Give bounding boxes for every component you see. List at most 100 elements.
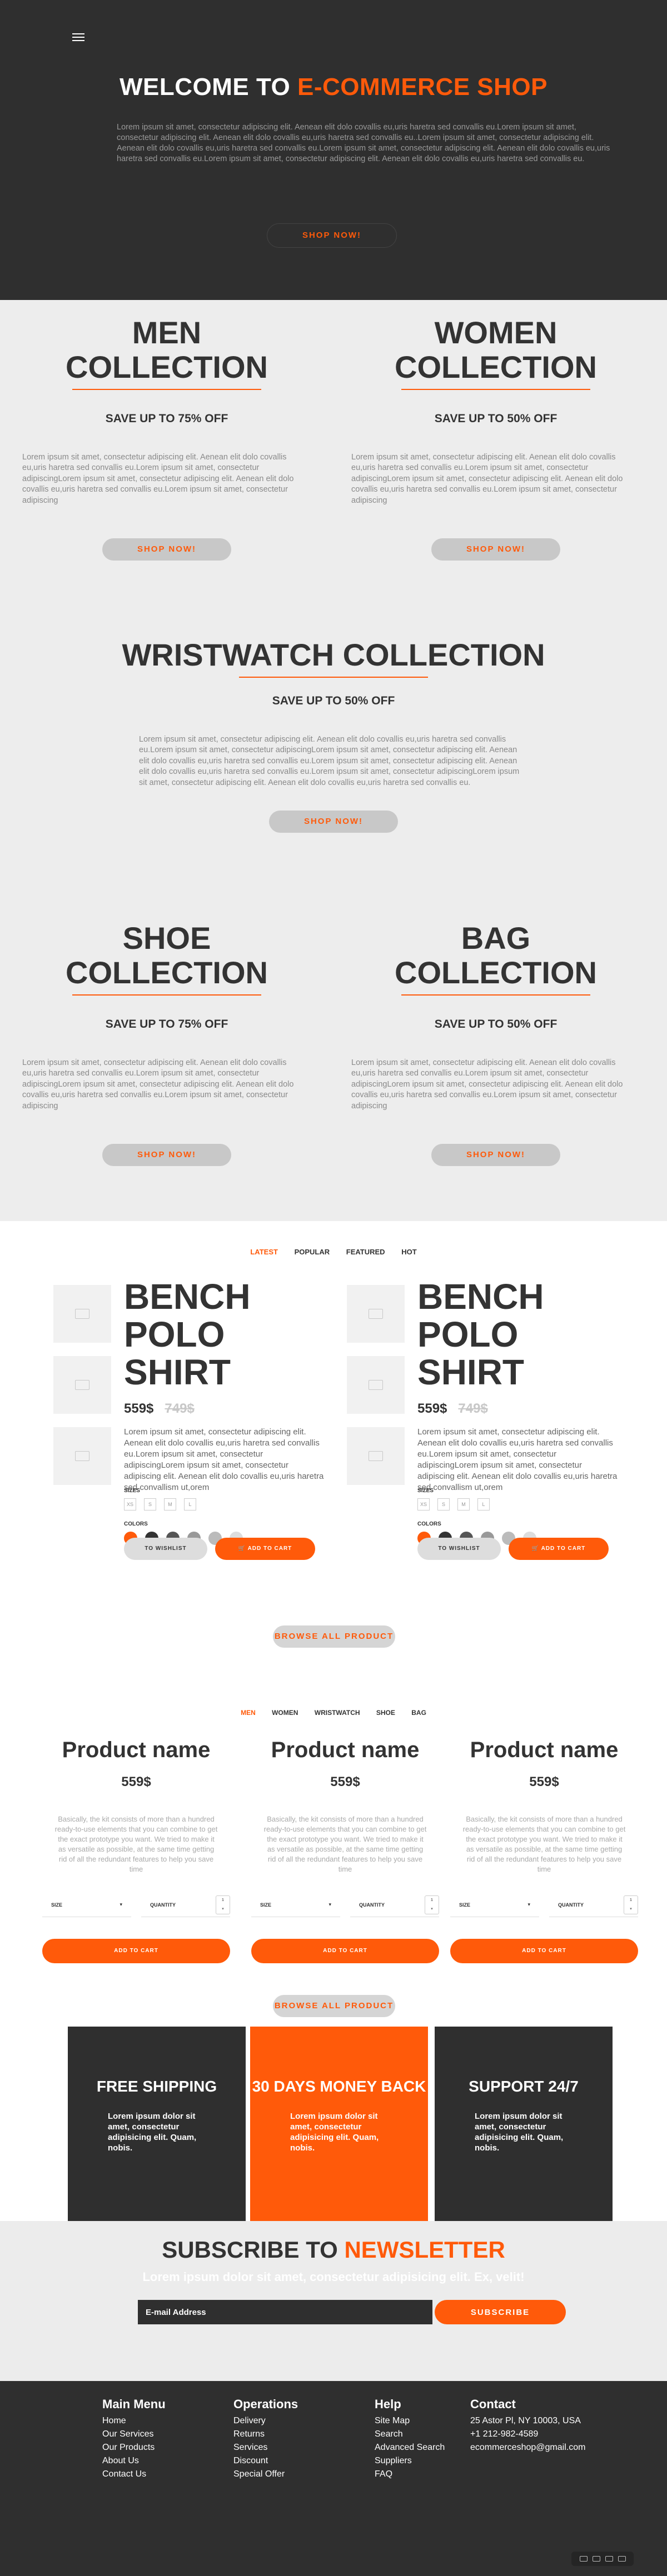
image-placeholder-icon[interactable] xyxy=(53,1285,111,1343)
footer-link-returns[interactable]: Returns xyxy=(233,2428,298,2441)
product-name: BENCH POLO SHIRT xyxy=(124,1277,251,1392)
feature-title: FREE SHIPPING xyxy=(96,2078,217,2095)
tab-women[interactable]: WOMEN xyxy=(272,1709,298,1717)
footer-contact: Contact 25 Astor Pl, NY 10003, USA +1 21… xyxy=(470,2398,585,2454)
footer-link-site-map[interactable]: Site Map xyxy=(375,2414,445,2428)
bag-shop-now-button[interactable]: SHOP NOW! xyxy=(431,1144,560,1166)
quantity-field: QUANTITY 1 ▾ xyxy=(350,1893,439,1917)
add-to-cart-button[interactable]: ADD TO CART xyxy=(42,1939,230,1963)
size-options: SIZES XS S M L xyxy=(124,1474,196,1510)
cart-icon: 🛒 xyxy=(238,1545,248,1552)
footer-link-suppliers[interactable]: Suppliers xyxy=(375,2454,445,2468)
women-collection-text: Lorem ipsum sit amet, consectetur adipis… xyxy=(351,452,623,505)
social-icon[interactable] xyxy=(592,2556,600,2562)
features-strip: FREE SHIPPING Lorem ipsum dolor sit amet… xyxy=(0,2027,667,2221)
shoe-collection-text: Lorem ipsum sit amet, consectetur adipis… xyxy=(22,1058,294,1111)
footer-operations: Operations Delivery Returns Services Dis… xyxy=(233,2398,298,2481)
footer-link-discount[interactable]: Discount xyxy=(233,2454,298,2468)
footer-link-advanced-search[interactable]: Advanced Search xyxy=(375,2441,445,2454)
product-card: Product name 559$ Basically, the kit con… xyxy=(42,1737,230,1963)
cart-icon: 🛒 xyxy=(531,1545,541,1552)
feature-text: Lorem ipsum dolor sit amet, consectetur … xyxy=(475,2112,564,2153)
footer-link-home[interactable]: Home xyxy=(102,2414,166,2428)
collections-section: MEN COLLECTION SAVE UP TO 75% OFF Lorem i… xyxy=(0,300,667,1221)
browse-all-products-button[interactable]: BROWSE ALL PRODUCT xyxy=(273,1625,395,1648)
quantity-stepper[interactable]: 1 ▾ xyxy=(425,1895,439,1914)
add-to-cart-button[interactable]: ADD TO CART xyxy=(251,1939,439,1963)
title-underline xyxy=(401,389,590,390)
add-to-cart-button[interactable]: 🛒 ADD TO CART xyxy=(215,1538,315,1560)
tab-bag[interactable]: BAG xyxy=(411,1709,426,1717)
colors-label: COLORS xyxy=(417,1521,441,1527)
shoe-collection-title: SHOE COLLECTION xyxy=(66,921,268,990)
footer-link-services[interactable]: Services xyxy=(233,2441,298,2454)
footer-heading: Main Menu xyxy=(102,2397,166,2411)
old-price: 749$ xyxy=(458,1401,488,1416)
image-placeholder-icon[interactable] xyxy=(53,1356,111,1414)
social-icon[interactable] xyxy=(579,2556,588,2562)
footer-link-delivery[interactable]: Delivery xyxy=(233,2414,298,2428)
footer-link-products[interactable]: Our Products xyxy=(102,2441,166,2454)
tab-wristwatch[interactable]: WRISTWATCH xyxy=(315,1709,360,1717)
social-icon[interactable] xyxy=(605,2556,613,2562)
hero-body: Lorem ipsum sit amet, consectetur adipis… xyxy=(117,123,610,163)
wishlist-button[interactable]: TO WISHLIST xyxy=(417,1538,501,1560)
add-to-cart-button[interactable]: 🛒 ADD TO CART xyxy=(509,1538,609,1560)
product-info: BENCH POLO SHIRT 559$ 749$ Lorem ipsum sit… xyxy=(417,1278,634,1493)
feature-support: SUPPORT 24/7 Lorem ipsum dolor sit amet,… xyxy=(435,2027,613,2221)
products-section: LATEST POPULAR FEATURED HOT BENCH POLO SH… xyxy=(0,1221,667,2381)
footer-link-search[interactable]: Search xyxy=(375,2428,445,2441)
product-name: BENCH POLO SHIRT xyxy=(417,1277,544,1392)
footer-link-special-offer[interactable]: Special Offer xyxy=(233,2468,298,2481)
bag-collection-title: BAG COLLECTION xyxy=(395,921,597,990)
shoe-shop-now-button[interactable]: SHOP NOW! xyxy=(102,1144,231,1166)
image-placeholder-icon[interactable] xyxy=(53,1427,111,1485)
feature-money-back: 30 DAYS MONEY BACK Lorem ipsum dolor sit… xyxy=(250,2027,428,2221)
image-placeholder-icon[interactable] xyxy=(347,1285,405,1343)
chevron-down-icon: ▾ xyxy=(527,1902,530,1907)
product-description: Basically, the kit consists of more than… xyxy=(462,1815,626,1873)
image-placeholder-icon[interactable] xyxy=(347,1427,405,1485)
social-icons xyxy=(571,2552,634,2566)
sizes-label: SIZES xyxy=(417,1488,434,1494)
women-collection-title: WOMEN COLLECTION xyxy=(395,315,597,384)
quantity-field: QUANTITY 1 ▾ xyxy=(549,1893,638,1917)
product-description: Basically, the kit consists of more than… xyxy=(54,1815,218,1873)
women-shop-now-button[interactable]: SHOP NOW! xyxy=(431,538,560,561)
product-price: 559$ xyxy=(529,1774,559,1789)
wristwatch-collection: WRISTWATCH COLLECTION SAVE UP TO 50% OFF… xyxy=(111,638,556,833)
footer-link-about[interactable]: About Us xyxy=(102,2454,166,2468)
tab-shoe[interactable]: SHOE xyxy=(376,1709,395,1717)
men-shop-now-button[interactable]: SHOP NOW! xyxy=(102,538,231,561)
shoe-collection: SHOE COLLECTION SAVE UP TO 75% OFF Lorem … xyxy=(22,921,311,1166)
quantity-stepper[interactable]: 1 ▾ xyxy=(624,1895,638,1914)
size-select[interactable]: SIZE ▾ xyxy=(251,1893,340,1917)
women-collection-offer: SAVE UP TO 50% OFF xyxy=(434,412,558,425)
women-collection: WOMEN COLLECTION SAVE UP TO 50% OFF Lorem… xyxy=(351,316,640,561)
size-select[interactable]: SIZE ▾ xyxy=(450,1893,539,1917)
wristwatch-shop-now-button[interactable]: SHOP NOW! xyxy=(269,811,398,833)
email-field[interactable] xyxy=(138,2300,432,2324)
hamburger-menu-icon[interactable] xyxy=(72,33,84,43)
tab-men[interactable]: MEN xyxy=(241,1709,256,1717)
product-name: Product name xyxy=(62,1738,211,1762)
quantity-stepper[interactable]: 1 ▾ xyxy=(216,1895,230,1914)
feature-title: SUPPORT 24/7 xyxy=(469,2078,579,2095)
contact-email: ecommerceshop@gmail.com xyxy=(470,2443,586,2452)
browse-all-products-button[interactable]: BROWSE ALL PRODUCT xyxy=(273,1995,395,2017)
add-to-cart-button[interactable]: ADD TO CART xyxy=(450,1939,638,1963)
size-select[interactable]: SIZE ▾ xyxy=(42,1893,131,1917)
footer-link-contact[interactable]: Contact Us xyxy=(102,2468,166,2481)
image-placeholder-icon[interactable] xyxy=(347,1356,405,1414)
wishlist-button[interactable]: TO WISHLIST xyxy=(124,1538,207,1560)
footer-main-menu: Main Menu Home Our Services Our Products… xyxy=(102,2398,166,2481)
colors-label: COLORS xyxy=(124,1521,148,1527)
footer-link-services[interactable]: Our Services xyxy=(102,2428,166,2441)
hero-shop-now-button[interactable]: SHOP NOW! xyxy=(267,223,397,248)
footer-heading: Operations xyxy=(233,2397,298,2411)
subscribe-button[interactable]: SUBSCRIBE xyxy=(435,2300,566,2324)
footer-link-faq[interactable]: FAQ xyxy=(375,2468,445,2481)
social-icon[interactable] xyxy=(618,2556,626,2562)
site-footer: Main Menu Home Our Services Our Products… xyxy=(0,2381,667,2576)
footer-heading: Help xyxy=(375,2397,401,2411)
